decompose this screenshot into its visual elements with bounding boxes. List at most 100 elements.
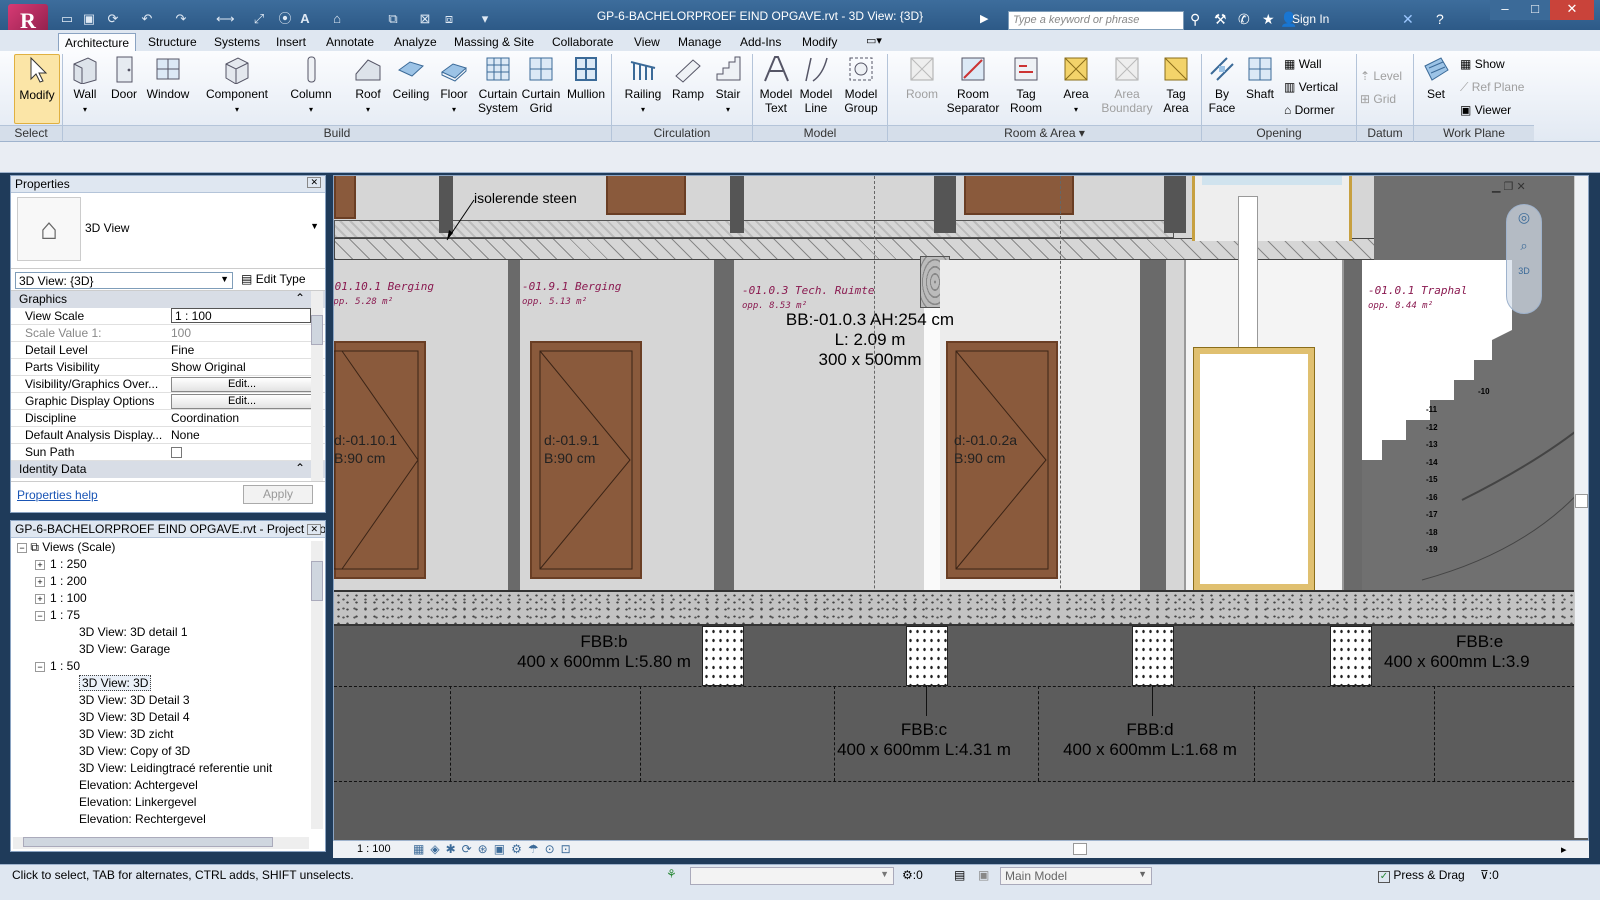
area-boundary-button[interactable]: Area Boundary (1100, 54, 1154, 115)
section-icon[interactable]: ⧉ (384, 10, 402, 28)
panel-work-plane-label[interactable]: Work Plane (1414, 125, 1534, 141)
panel-circulation-label[interactable]: Circulation (612, 125, 752, 141)
footing-tag[interactable]: FBB:d 400 x 600mm L:1.68 m (1050, 720, 1250, 760)
mullion-button[interactable]: Mullion (562, 54, 610, 101)
vertical-button[interactable]: ▥ Vertical (1284, 80, 1338, 94)
tab-architecture[interactable]: Architecture (58, 33, 137, 51)
expand-toggle-icon[interactable]: + (35, 560, 45, 570)
help-icon[interactable]: ? (1436, 11, 1444, 27)
search-expand-icon[interactable]: ▶ (980, 12, 988, 25)
door-tag[interactable]: d:-01.0.2a B:90 cm (954, 431, 1017, 467)
room-tag[interactable]: -01.9.1 Berging opp. 5.13 m² (522, 280, 621, 309)
close-button[interactable]: ✕ (1550, 0, 1594, 20)
properties-scrollbar[interactable] (311, 291, 323, 481)
design-options-icon[interactable]: ▤ (954, 868, 965, 882)
graphic-display-edit-button[interactable]: Edit... (171, 394, 313, 409)
worksets-icon[interactable]: ⚘ (666, 867, 677, 881)
floor-button[interactable]: Floor ▾ (436, 54, 472, 117)
steering-wheel-icon[interactable]: ◎ (1507, 209, 1541, 226)
stair-button[interactable]: Stair ▾ (710, 54, 746, 117)
beam-tag[interactable]: BB:-01.0.3 AH:254 cm L: 2.09 m 300 x 500mm (770, 310, 970, 370)
graphics-group-header[interactable]: Graphics ⌃ (11, 291, 325, 308)
expand-toggle-icon[interactable]: + (35, 594, 45, 604)
tab-collaborate[interactable]: Collaborate (546, 33, 619, 51)
tab-analyze[interactable]: Analyze (388, 33, 443, 51)
room-button[interactable]: Room (904, 54, 940, 101)
roof-button[interactable]: Roof ▾ (350, 54, 386, 117)
type-selector[interactable]: ⌂ 3D View ▼ (11, 193, 325, 269)
panel-model-label[interactable]: Model (753, 125, 887, 141)
orbit-3d-icon[interactable]: 3D (1507, 266, 1541, 276)
undo-icon[interactable]: ↶ (138, 10, 156, 28)
horizontal-scroll-thumb[interactable] (1073, 843, 1087, 855)
tab-annotate[interactable]: Annotate (320, 33, 380, 51)
panel-datum-label[interactable]: Datum (1357, 125, 1413, 141)
tree-item[interactable]: Elevation: Rechtergevel (17, 812, 325, 829)
detail-level-value[interactable]: Fine (171, 343, 317, 357)
tree-item[interactable]: 3D View: 3D zicht (17, 727, 325, 744)
open-icon[interactable]: ▭ (58, 10, 76, 28)
tree-item[interactable]: 3D View: Copy of 3D (17, 744, 325, 761)
curtain-grid-button[interactable]: Curtain Grid (518, 54, 564, 115)
tree-item[interactable]: Elevation: Achtergevel (17, 778, 325, 795)
exchange-apps-icon[interactable]: ✕ (1402, 11, 1414, 28)
tab-modify[interactable]: Modify (796, 33, 843, 51)
shaft-button[interactable]: Shaft (1242, 54, 1278, 101)
area-button[interactable]: Area ▾ (1058, 54, 1094, 117)
door-tag[interactable]: d:-01.10.1 B:90 cm (334, 431, 397, 467)
properties-help-link[interactable]: Properties help (17, 488, 98, 502)
redo-icon[interactable]: ↷ (172, 10, 190, 28)
tab-structure[interactable]: Structure (142, 33, 203, 51)
ref-plane-button[interactable]: ⟋ Ref Plane (1460, 80, 1524, 94)
room-tag[interactable]: -01.0.1 Traphal opp. 8.44 m² (1368, 284, 1467, 313)
tree-item[interactable]: −1 : 75 (17, 608, 325, 625)
switch-windows-icon[interactable]: ⧈ (440, 10, 458, 28)
wall-button[interactable]: Wall ▾ (64, 54, 106, 117)
view-window-controls[interactable]: ▁ ❐ ✕ (1492, 180, 1526, 193)
level-button[interactable]: ⇡ Level (1360, 69, 1402, 83)
drawing-canvas[interactable]: isolerende steen -10 -11 -12 -13 -14 -15 -16 -1… (333, 175, 1589, 852)
railing-button[interactable]: Railing ▾ (618, 54, 668, 117)
tree-item[interactable]: −1 : 50 (17, 659, 325, 676)
footing-tag[interactable]: FBB:b 400 x 600mm L:5.80 m (484, 632, 724, 672)
browser-vertical-scrollbar[interactable] (311, 541, 323, 829)
column-button[interactable]: Column ▾ (286, 54, 336, 117)
tab-add-ins[interactable]: Add-Ins (734, 33, 787, 51)
tree-item[interactable]: +1 : 200 (17, 574, 325, 591)
default-3d-view-icon[interactable]: ⌂ (328, 10, 346, 28)
panel-build-label[interactable]: Build (63, 125, 611, 141)
aligned-dimension-icon[interactable]: ⤢ (250, 10, 268, 28)
maximize-button[interactable]: □ (1520, 0, 1550, 20)
instance-selector[interactable]: 3D View: {3D} ▼ (15, 272, 233, 289)
collapse-toggle-icon[interactable]: − (35, 662, 45, 672)
component-button[interactable]: Component ▾ (202, 54, 272, 117)
parts-visibility-value[interactable]: Show Original (171, 360, 317, 374)
model-line-button[interactable]: Model Line (796, 54, 836, 115)
binoculars-icon[interactable]: ⚲ (1190, 11, 1200, 28)
door-tag[interactable]: d:-01.9.1 B:90 cm (544, 431, 599, 467)
measure-icon[interactable]: ⟷ (216, 10, 235, 28)
save-icon[interactable]: ▣ (80, 10, 98, 28)
apply-button[interactable]: Apply (243, 485, 313, 504)
panel-opening-label[interactable]: Opening (1202, 125, 1356, 141)
viewer-button[interactable]: ▣ Viewer (1460, 103, 1511, 117)
opening-wall-button[interactable]: ▦ Wall (1284, 57, 1322, 71)
close-hidden-windows-icon[interactable]: ⊠ (416, 10, 434, 28)
analysis-display-value[interactable]: None (171, 428, 317, 442)
search-input[interactable]: Type a keyword or phrase (1008, 11, 1184, 30)
show-work-plane-button[interactable]: ▦ Show (1460, 57, 1505, 71)
visibility-graphics-edit-button[interactable]: Edit... (171, 377, 313, 392)
tree-root[interactable]: − ⧉ Views (Scale) (17, 540, 325, 557)
press-drag-toggle[interactable]: ✓ Press & Drag (1378, 868, 1465, 883)
tag-area-button[interactable]: Tag Area (1158, 54, 1194, 115)
tree-item[interactable]: 3D View: Garage (17, 642, 325, 659)
selection-filter-icon[interactable]: ⊽:0 (1480, 868, 1499, 882)
sun-path-checkbox[interactable] (171, 445, 317, 461)
curtain-system-button[interactable]: Curtain System (474, 54, 522, 115)
communication-icon[interactable]: ✆ (1238, 11, 1250, 28)
design-option-set-icon[interactable]: ▣ (978, 868, 989, 882)
collapse-toggle-icon[interactable]: − (35, 611, 45, 621)
tab-insert[interactable]: Insert (270, 33, 312, 51)
tab-view[interactable]: View (628, 33, 666, 51)
workset-selector[interactable]: ▼ (690, 867, 894, 885)
